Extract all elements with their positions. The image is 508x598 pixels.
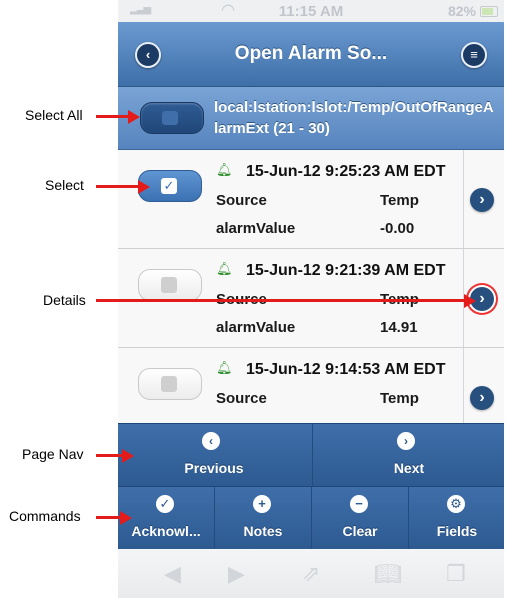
row-divider <box>463 150 464 248</box>
field-label: Source <box>216 192 267 209</box>
back-arrow-icon[interactable]: ◀ <box>164 561 181 587</box>
list-item: ✓ 🔔︎ 15-Jun-12 9:25:23 AM EDT Source Tem… <box>118 150 504 249</box>
annotation-arrowhead <box>128 110 140 124</box>
clear-label: Clear <box>342 523 378 539</box>
select-checkbox[interactable] <box>138 368 202 400</box>
app-header: ‹ Open Alarm So... ≡ <box>118 22 504 87</box>
annotation-select-all: Select All <box>25 107 83 123</box>
annotation-commands: Commands <box>9 508 81 524</box>
acknowledge-label: Acknowl... <box>131 523 201 539</box>
annotation-arrow-page-nav <box>96 454 122 457</box>
alarm-timestamp: 15-Jun-12 9:21:39 AM EDT <box>246 262 446 279</box>
status-time: 11:15 AM <box>278 3 344 20</box>
page-title: Open Alarm So... <box>234 43 388 64</box>
check-icon: ✓ <box>156 495 174 513</box>
annotation-select: Select <box>45 177 84 193</box>
annotation-arrowhead <box>122 449 134 463</box>
row-divider <box>463 348 464 423</box>
annotation-arrowhead <box>464 294 476 308</box>
field-label: alarmValue <box>216 220 296 237</box>
chevron-left-icon: ‹ <box>202 432 220 450</box>
acknowledge-button[interactable]: ✓ Acknowl... <box>118 487 214 549</box>
clear-button[interactable]: − Clear <box>312 487 408 549</box>
tabs-icon[interactable]: ❐ <box>446 561 466 587</box>
annotation-arrow-details <box>96 299 466 302</box>
annotation-arrowhead <box>138 180 150 194</box>
gear-icon: ⚙ <box>447 495 465 513</box>
notes-label: Notes <box>243 523 283 539</box>
battery-icon <box>480 6 498 17</box>
field-label: Source <box>216 390 267 407</box>
battery-percent: 82% <box>447 3 476 19</box>
annotation-arrowhead <box>120 511 132 525</box>
bookmarks-icon[interactable]: 📖︎ <box>374 561 402 587</box>
fields-button[interactable]: ⚙ Fields <box>409 487 504 549</box>
field-value: 14.91 <box>380 319 418 336</box>
field-value: Temp <box>380 192 419 209</box>
status-bar: ▂▃▅ ◠ 11:15 AM 82% <box>118 0 504 22</box>
bell-icon: 🔔︎ <box>216 360 233 375</box>
checkmark-icon: ✓ <box>161 178 177 194</box>
bell-icon: 🔔︎ <box>216 162 233 177</box>
minus-icon: − <box>350 495 368 513</box>
select-checkbox[interactable] <box>138 269 202 301</box>
alarm-timestamp: 15-Jun-12 9:25:23 AM EDT <box>246 163 446 180</box>
annotation-arrow-commands <box>96 516 120 519</box>
previous-button[interactable]: ‹ Previous <box>118 424 310 486</box>
menu-button[interactable]: ≡ <box>461 42 487 68</box>
details-button[interactable]: › <box>470 188 494 212</box>
previous-label: Previous <box>184 460 244 476</box>
forward-arrow-icon[interactable]: ▶ <box>228 561 245 587</box>
next-label: Next <box>393 460 425 476</box>
select-all-bar: local:lstation:lslot:/Temp/OutOfRangeAla… <box>118 87 504 150</box>
plus-icon: + <box>253 495 271 513</box>
alarm-source-path: local:lstation:lslot:/Temp/OutOfRangeAla… <box>214 99 494 137</box>
field-label: alarmValue <box>216 319 296 336</box>
annotation-arrow-select-all <box>96 115 128 118</box>
share-icon[interactable]: ⇗ <box>302 561 320 587</box>
annotation-arrow-select <box>96 185 138 188</box>
select-all-checkbox[interactable] <box>140 102 204 134</box>
annotation-details: Details <box>43 292 86 308</box>
page-nav-bar: ‹ Previous › Next <box>118 423 504 486</box>
field-value: -0.00 <box>380 220 415 237</box>
bell-icon: 🔔︎ <box>216 261 233 276</box>
command-bar: ✓ Acknowl... + Notes − Clear ⚙ Fields <box>118 486 504 549</box>
list-item: 🔔︎ 15-Jun-12 9:14:53 AM EDT Source Temp … <box>118 348 504 423</box>
chevron-right-icon: › <box>397 432 415 450</box>
next-button[interactable]: › Next <box>313 424 504 486</box>
notes-button[interactable]: + Notes <box>215 487 311 549</box>
browser-toolbar: ◀ ▶ ⇗ 📖︎ ❐ <box>118 549 504 598</box>
field-value: Temp <box>380 390 419 407</box>
alarm-timestamp: 15-Jun-12 9:14:53 AM EDT <box>246 361 446 378</box>
fields-label: Fields <box>436 523 478 539</box>
annotation-page-nav: Page Nav <box>22 446 84 462</box>
alarm-list: ✓ 🔔︎ 15-Jun-12 9:25:23 AM EDT Source Tem… <box>118 150 504 423</box>
details-button[interactable]: › <box>470 386 494 410</box>
